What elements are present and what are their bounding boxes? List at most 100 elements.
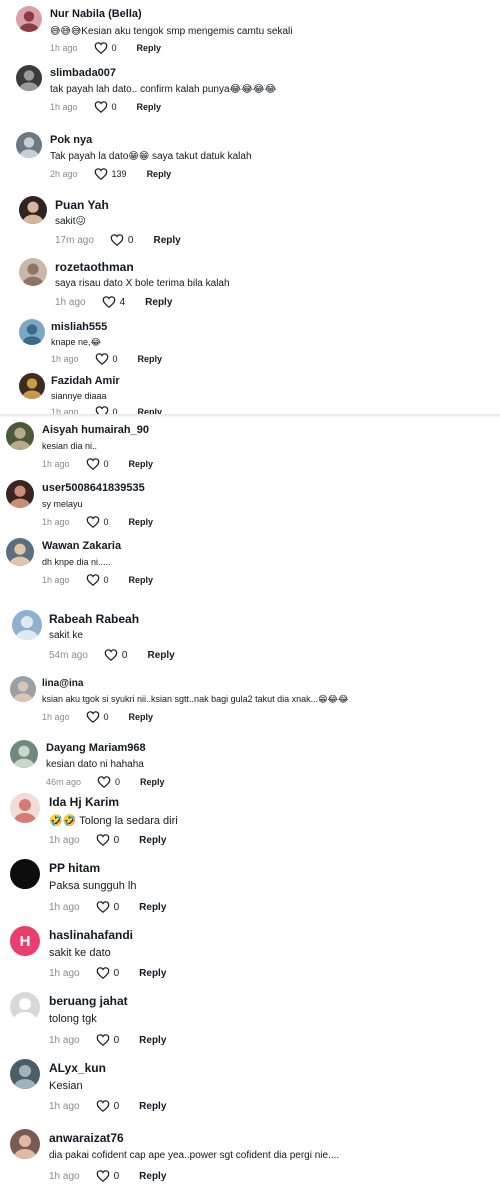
comment-username[interactable]: Pok nya [50,134,92,146]
heart-icon [97,776,111,788]
avatar[interactable] [12,610,42,640]
avatar[interactable] [16,6,42,32]
reply-button[interactable]: Reply [129,575,154,585]
reply-button[interactable]: Reply [137,43,162,53]
comment-meta: 1h ago 0 Reply [50,42,161,54]
like-button[interactable]: 0 [86,516,109,528]
profile-photo-icon [14,1065,36,1089]
comment-text: kesian dia ni.. [42,441,98,451]
comment-username[interactable]: ALyx_kun [49,1061,106,1075]
like-button[interactable]: 0 [94,101,117,113]
avatar[interactable] [10,1129,40,1159]
comment-username[interactable]: rozetaothman [55,260,134,274]
comment-time: 1h ago [42,517,70,527]
comment-username[interactable]: misliah555 [51,321,107,333]
comment-time: 1h ago [49,901,80,913]
reply-button[interactable]: Reply [129,517,154,527]
profile-photo-icon [14,1135,36,1159]
avatar[interactable] [19,319,45,345]
like-button[interactable]: 0 [95,353,118,365]
avatar[interactable] [10,992,40,1022]
like-count: 0 [113,967,120,979]
avatar[interactable] [10,859,40,889]
like-button[interactable]: 0 [86,574,109,586]
like-button[interactable]: 0 [96,834,119,846]
reply-button[interactable]: Reply [129,459,154,469]
reply-button[interactable]: Reply [138,354,163,364]
like-button[interactable]: 0 [86,711,109,723]
comment-username[interactable]: Ida Hj Karim [49,795,119,809]
comment-username[interactable]: Puan Yah [55,198,109,212]
like-button[interactable]: 0 [104,649,127,661]
comment-meta: 2h ago 139 Reply [50,168,171,180]
like-button[interactable]: 0 [96,967,120,979]
reply-button[interactable]: Reply [139,968,166,979]
like-button[interactable]: 0 [96,1100,119,1112]
like-button[interactable]: 0 [86,458,109,470]
comment-username[interactable]: lina@ina [42,678,83,689]
comment-username[interactable]: Wawan Zakaria [42,540,121,552]
comment-username[interactable]: Nur Nabila (Bella) [50,8,142,20]
reply-button[interactable]: Reply [147,650,174,661]
avatar[interactable] [6,538,34,566]
comment-text: 🤣🤣 Tolong la sedara diri [49,815,178,827]
like-count: 0 [113,901,120,913]
comment-username[interactable]: Aisyah humairah_90 [42,424,149,436]
heart-icon [96,901,110,913]
comment-username[interactable]: slimbada007 [50,67,116,79]
avatar[interactable] [16,132,42,158]
heart-icon [96,1170,110,1182]
avatar[interactable] [10,676,36,702]
like-button[interactable]: 0 [94,42,117,54]
reply-button[interactable]: Reply [139,1171,166,1182]
avatar[interactable] [10,793,40,823]
avatar[interactable] [10,1059,40,1089]
profile-photo-icon [9,543,31,566]
reply-button[interactable]: Reply [139,1101,166,1112]
reply-button[interactable]: Reply [139,902,166,913]
like-button[interactable]: 4 [102,296,125,308]
comment-username[interactable]: PP hitam [49,861,100,875]
reply-button[interactable]: Reply [145,297,172,308]
comment-username[interactable]: Fazidah Amir [51,375,120,387]
profile-photo-icon [9,427,31,450]
comment-username[interactable]: anwaraizat76 [49,1131,124,1145]
reply-button[interactable]: Reply [140,777,165,787]
avatar[interactable] [19,258,47,286]
reply-button[interactable]: Reply [139,1035,166,1046]
reply-button[interactable]: Reply [129,712,154,722]
comment-text: Tak payah la dato😁😁 saya takut datuk kal… [50,151,252,162]
avatar[interactable] [6,422,34,450]
comment-meta: 1h ago 0 Reply [42,711,153,723]
comment-username[interactable]: user5008641839535 [42,482,145,494]
comment-text: sy melayu [42,499,83,509]
comment-username[interactable]: Dayang Mariam968 [46,742,146,754]
avatar[interactable]: H [10,926,40,956]
comment-text: 😅😅😅Kesian aku tengok smp mengemis camtu … [50,26,293,37]
like-button[interactable]: 0 [96,1034,119,1046]
profile-photo-icon [22,378,42,399]
avatar[interactable] [6,480,34,508]
comment-meta: 1h ago 0 Reply [42,458,153,470]
avatar[interactable] [19,373,45,399]
comment-meta: 17m ago 0 Reply [55,234,181,246]
comment-meta: 1h ago 4 Reply [55,296,172,308]
like-button[interactable]: 0 [97,776,120,788]
profile-photo-icon [13,745,35,768]
like-button[interactable]: 0 [96,1170,119,1182]
like-button[interactable]: 0 [96,901,120,913]
avatar[interactable] [16,65,42,91]
like-button[interactable]: 139 [94,168,127,180]
reply-button[interactable]: Reply [137,102,162,112]
reply-button[interactable]: Reply [139,835,166,846]
like-button[interactable]: 0 [110,234,133,246]
comment-username[interactable]: haslinahafandi [49,928,133,942]
comment-username[interactable]: Rabeah Rabeah [49,612,139,626]
comment-username[interactable]: beruang jahat [49,994,128,1008]
like-count: 0 [103,459,109,469]
avatar[interactable] [19,196,47,224]
like-count: 0 [111,43,117,53]
reply-button[interactable]: Reply [153,235,180,246]
avatar[interactable] [10,740,38,768]
reply-button[interactable]: Reply [147,169,172,179]
